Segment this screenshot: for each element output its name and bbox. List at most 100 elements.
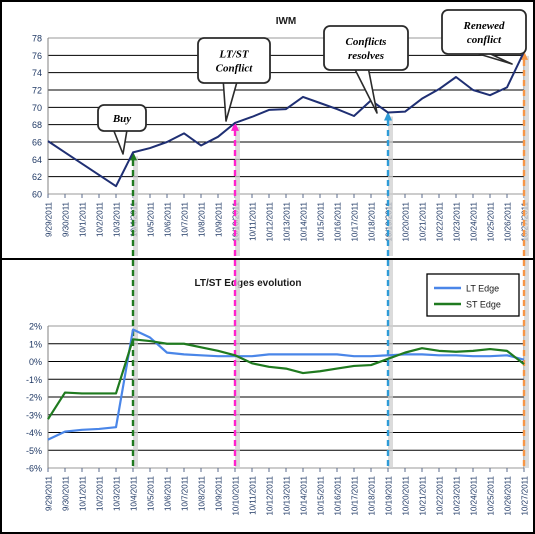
iwm-x-tick-label: 9/29/2011 (45, 201, 54, 237)
edges-x-tick-label: 9/30/2011 (62, 475, 71, 511)
iwm-chart-svg: IWM 60 62 64 66 68 70 72 74 76 78 9/29/2011 9/30/201… (32, 9, 530, 256)
edges-chart-panel: LT/ST Edges evolution -6% -5% -4% -3% -2% -1% 0… (2, 260, 533, 532)
iwm-x-tick-label: 10/5/2011 (147, 201, 156, 237)
iwm-x-tick-label: 10/20/2011 (402, 201, 411, 241)
edges-x-tick-label: 10/20/2011 (402, 475, 411, 515)
iwm-x-tick-label: 10/17/2011 (351, 201, 360, 241)
callout-label: conflict (467, 34, 502, 46)
iwm-x-tick-label: 10/13/2011 (283, 201, 292, 241)
iwm-y-tick-label: 72 (32, 86, 42, 96)
callout-label: Conflicts (346, 36, 387, 48)
callout-tail (222, 80, 239, 122)
edges-marker (386, 260, 393, 468)
edges-x-tick-label: 10/10/2011 (232, 475, 241, 515)
iwm-x-tick-label: 9/30/2011 (62, 201, 71, 237)
iwm-x-tick-label: 10/14/2011 (300, 201, 309, 241)
edges-x-tick-label: 10/16/2011 (334, 475, 343, 515)
edges-y-tick-label: -6% (26, 464, 42, 474)
iwm-x-tick-label: 10/6/2011 (164, 201, 173, 237)
iwm-x-tick-label: 10/22/2011 (436, 201, 445, 241)
callout-label: resolves (348, 50, 384, 62)
edges-y-tick-label: -4% (26, 428, 42, 438)
edges-x-tick-label: 10/27/2011 (521, 475, 530, 515)
edges-y-tick-label: -3% (26, 410, 42, 420)
iwm-x-tick-label: 10/16/2011 (334, 201, 343, 241)
iwm-x-tick-label: 10/23/2011 (453, 201, 462, 241)
edges-x-tick-label: 10/3/2011 (113, 475, 122, 511)
iwm-callout-buy: Buy (97, 104, 147, 155)
iwm-y-tick-label: 70 (32, 103, 42, 113)
edges-x-tick-label: 10/11/2011 (249, 475, 258, 514)
edges-x-tick-label: 10/18/2011 (368, 475, 377, 515)
edges-y-tick-label: 0% (29, 357, 42, 367)
edges-x-tick-label: 10/8/2011 (198, 475, 207, 511)
edges-x-tick-label: 9/29/2011 (45, 475, 54, 511)
edges-x-tick-label: 10/21/2011 (419, 475, 428, 515)
iwm-callout-conflicts-resolves: Conflicts resolves (323, 25, 409, 114)
edges-x-tick-label: 10/4/2011 (130, 475, 139, 511)
edges-chart-svg: LT/ST Edges evolution -6% -5% -4% -3% -2% -1% 0… (26, 260, 530, 515)
edges-x-tick-label: 10/24/2011 (470, 475, 479, 515)
legend-label: ST Edge (466, 300, 501, 310)
edges-marker (233, 260, 240, 468)
edges-x-tick-label: 10/22/2011 (436, 475, 445, 515)
edges-x-tick-label: 10/14/2011 (300, 475, 309, 515)
iwm-y-tick-label: 68 (32, 120, 42, 130)
iwm-y-tick-label: 78 (32, 34, 42, 44)
iwm-x-tick-label: 10/8/2011 (198, 201, 207, 237)
iwm-x-tick-label: 10/1/2011 (79, 201, 88, 237)
callout-label: Buy (112, 113, 131, 125)
edges-chart-title: LT/ST Edges evolution (194, 278, 301, 289)
edges-y-tick-label: -2% (26, 393, 42, 403)
iwm-chart-title: IWM (276, 16, 297, 27)
iwm-callout-lt-st-conflict: LT/ST Conflict (197, 37, 271, 122)
callout-label: LT/ST (218, 49, 249, 61)
iwm-x-tick-label: 10/24/2011 (470, 201, 479, 241)
legend-box (426, 273, 520, 317)
edges-x-tick-label: 10/6/2011 (164, 475, 173, 511)
iwm-callout-renewed-conflict: Renewed conflict (441, 9, 527, 65)
iwm-x-tick-label: 10/2/2011 (96, 201, 105, 237)
edges-x-tick-label: 10/2/2011 (96, 475, 105, 511)
iwm-y-tick-label: 76 (32, 51, 42, 61)
callout-box (323, 25, 409, 71)
edges-marker (131, 260, 138, 468)
edges-x-tick-label: 10/19/2011 (385, 475, 394, 515)
iwm-y-tick-label: 62 (32, 172, 42, 182)
edges-x-tick-label: 10/7/2011 (181, 475, 190, 511)
callout-label: Renewed (463, 20, 505, 32)
edges-x-tick-label: 10/23/2011 (453, 475, 462, 515)
legend-label: LT Edge (466, 284, 499, 294)
edges-x-tick-label: 10/9/2011 (215, 475, 224, 511)
iwm-x-tick-label: 10/25/2011 (487, 201, 496, 241)
edges-x-tick-label: 10/15/2011 (317, 475, 326, 515)
edges-x-tick-label: 10/13/2011 (283, 475, 292, 515)
edges-x-tick-label: 10/17/2011 (351, 475, 360, 515)
iwm-x-tick-label: 10/3/2011 (113, 201, 122, 237)
edges-marker (522, 260, 529, 468)
iwm-y-tick-label: 66 (32, 138, 42, 148)
callout-box (441, 9, 527, 55)
edges-x-tick-label: 10/25/2011 (487, 475, 496, 515)
callout-box (197, 37, 271, 84)
edges-x-tick-label: 10/1/2011 (79, 475, 88, 511)
edges-y-tick-label: -1% (26, 375, 42, 385)
iwm-chart-panel: IWM 60 62 64 66 68 70 72 74 76 78 9/29/2011 9/30/201… (2, 2, 533, 260)
iwm-x-tick-label: 10/11/2011 (249, 201, 258, 240)
figure-frame: IWM 60 62 64 66 68 70 72 74 76 78 9/29/2011 9/30/201… (0, 0, 535, 534)
iwm-x-tick-label: 10/21/2011 (419, 201, 428, 241)
iwm-x-tick-label: 10/26/2011 (504, 201, 513, 241)
iwm-x-tick-label: 10/9/2011 (215, 201, 224, 237)
iwm-x-tick-label: 10/12/2011 (266, 201, 275, 241)
edges-y-tick-label: 1% (29, 339, 42, 349)
iwm-x-tick-label: 10/15/2011 (317, 201, 326, 241)
iwm-y-tick-label: 60 (32, 190, 42, 200)
callout-label: Conflict (216, 63, 254, 75)
iwm-x-tick-label: 10/7/2011 (181, 201, 190, 237)
iwm-y-tick-label: 64 (32, 155, 42, 165)
edges-x-tick-label: 10/26/2011 (504, 475, 513, 515)
edges-x-tick-label: 10/5/2011 (147, 475, 156, 511)
edges-legend: LT Edge ST Edge (426, 273, 520, 317)
edges-y-tick-label: 2% (29, 322, 42, 332)
edges-y-tick-label: -5% (26, 446, 42, 456)
